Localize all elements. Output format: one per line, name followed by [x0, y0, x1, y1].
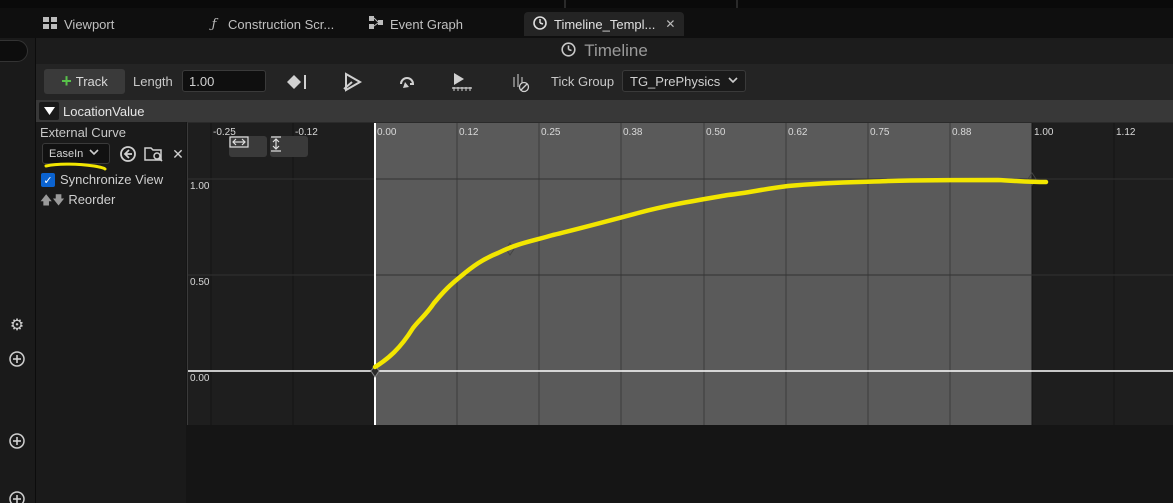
- tab-event-graph[interactable]: Event Graph: [360, 12, 520, 36]
- collapse-triangle-icon[interactable]: [39, 102, 59, 120]
- close-tab-icon[interactable]: ✕: [665, 17, 675, 31]
- fit-vertical-button[interactable]: [270, 136, 308, 157]
- fit-horizontal-icon: [229, 136, 249, 148]
- synchronize-view-label: Synchronize View: [60, 172, 164, 187]
- fit-vertical-icon: [271, 136, 281, 152]
- tab-bar-divider: [736, 0, 738, 8]
- x-tick-label: 0.75: [870, 127, 890, 138]
- settings-icon[interactable]: ⚙: [6, 314, 28, 336]
- replicated-icon[interactable]: [450, 70, 474, 94]
- reorder-control[interactable]: 🡅🡇 Reorder: [40, 191, 115, 212]
- function-icon: ƒ: [211, 16, 217, 32]
- highlight-underline-stroke: [44, 162, 107, 171]
- x-tick-label: 1.12: [1116, 127, 1136, 138]
- tab-bar-divider: [564, 0, 566, 8]
- use-last-keyframe-icon[interactable]: [341, 70, 365, 94]
- left-panel-edge: ⚙: [0, 38, 36, 503]
- x-tick-label: 0.50: [706, 127, 726, 138]
- y-tick-label: 1.00: [190, 181, 210, 192]
- tab-label: Timeline_Templ...: [554, 16, 656, 32]
- x-tick-label: 0.38: [623, 127, 643, 138]
- tab-bar-top-strip: [0, 0, 1173, 8]
- timeline-header: Timeline: [36, 38, 1173, 64]
- x-tick-label: 0.00: [377, 127, 397, 138]
- use-selected-asset-icon[interactable]: [118, 144, 138, 164]
- timeline-toolbar: + Track Length Tick Group TG_PrePhysics: [36, 64, 1173, 100]
- x-tick-label: 0.88: [952, 127, 972, 138]
- timeline-title: Timeline: [584, 41, 648, 60]
- tab-viewport[interactable]: Viewport: [34, 12, 189, 36]
- add-circle-icon[interactable]: [6, 488, 28, 503]
- add-circle-icon[interactable]: [6, 430, 28, 452]
- tab-label: Event Graph: [390, 16, 463, 32]
- curve-graph-canvas[interactable]: -0.25 -0.12 0.00 0.12 0.25 0.38 0.50 0.6…: [188, 123, 1173, 426]
- clock-icon: [561, 41, 576, 61]
- curve-graph[interactable]: -0.25 -0.12 0.00 0.12 0.25 0.38 0.50 0.6…: [187, 122, 1173, 426]
- add-circle-icon[interactable]: [6, 348, 28, 370]
- empty-track-area: [187, 425, 1173, 503]
- tab-timeline[interactable]: Timeline_Templ... ✕: [524, 12, 684, 36]
- y-tick-label: 0.00: [190, 373, 210, 384]
- add-key-icon[interactable]: [286, 70, 310, 94]
- track-details-panel: External Curve EaseIn ✕ ✓ Synchronize Vi…: [36, 122, 186, 503]
- tab-label: Construction Scr...: [228, 16, 335, 32]
- external-curve-dropdown[interactable]: EaseIn: [42, 143, 110, 164]
- tab-construction-script[interactable]: ƒ Construction Scr...: [198, 12, 356, 36]
- browse-asset-icon[interactable]: [144, 144, 164, 164]
- x-tick-label: 1.00: [1034, 127, 1054, 138]
- viewport-icon: [42, 16, 58, 32]
- add-track-button[interactable]: + Track: [44, 69, 125, 94]
- event-graph-icon: [368, 16, 384, 32]
- tick-group-label: Tick Group: [551, 74, 615, 89]
- chevron-down-icon: [89, 148, 99, 159]
- add-track-label: Track: [75, 74, 108, 89]
- ignore-time-dilation-icon[interactable]: [508, 70, 532, 94]
- x-tick-label: 0.25: [541, 127, 561, 138]
- reorder-label: Reorder: [68, 192, 116, 207]
- track-header[interactable]: LocationValue: [36, 100, 1173, 122]
- chevron-down-icon: [728, 75, 738, 87]
- track-name: LocationValue: [63, 103, 145, 119]
- editor-tab-bar: Viewport ƒ Construction Scr... Event Gra…: [0, 0, 1173, 38]
- clock-icon: [532, 15, 548, 33]
- synchronize-view-checkbox[interactable]: ✓: [41, 173, 55, 187]
- x-tick-label: 0.12: [459, 127, 479, 138]
- tick-group-dropdown[interactable]: TG_PrePhysics: [622, 70, 746, 92]
- tab-label: Viewport: [64, 16, 115, 32]
- y-tick-label: 0.50: [190, 277, 210, 288]
- x-tick-label: 0.62: [788, 127, 808, 138]
- fit-horizontal-button[interactable]: [229, 136, 267, 157]
- arrow-up-icon[interactable]: 🡅: [40, 193, 52, 207]
- left-search-field[interactable]: [0, 40, 28, 62]
- loop-icon[interactable]: [396, 70, 420, 94]
- clear-curve-icon[interactable]: ✕: [168, 144, 188, 164]
- length-label: Length: [133, 74, 173, 89]
- length-input[interactable]: [182, 70, 266, 92]
- curve-value: EaseIn: [49, 147, 84, 160]
- plus-icon: +: [61, 71, 72, 91]
- tick-group-value: TG_PrePhysics: [630, 73, 721, 89]
- external-curve-label: External Curve: [40, 125, 126, 140]
- arrow-down-icon[interactable]: 🡇: [52, 193, 64, 207]
